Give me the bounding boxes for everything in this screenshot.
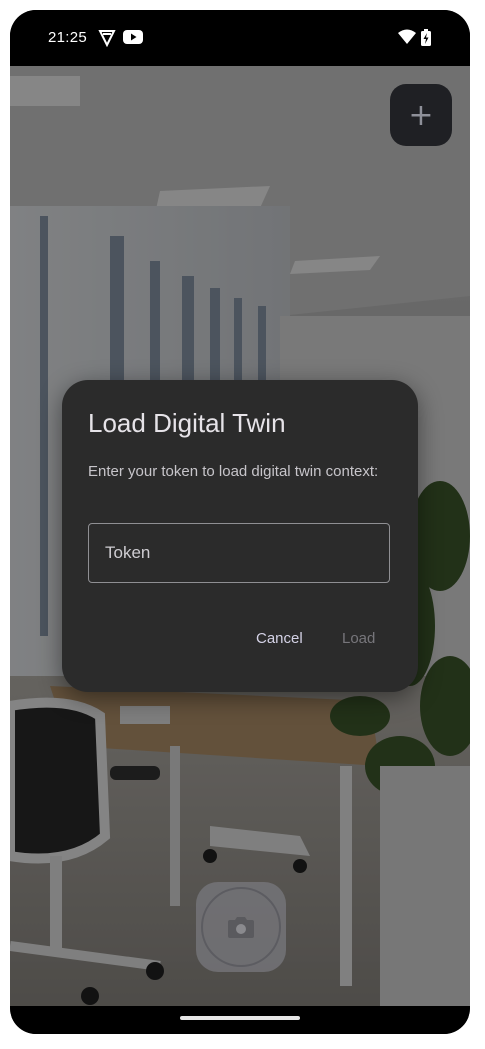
phone-screen: 21:25 + Load Digital Twin Enter your tok…	[10, 10, 470, 1034]
capture-button[interactable]	[196, 882, 286, 972]
plus-icon: +	[408, 97, 434, 133]
dialog-title: Load Digital Twin	[88, 408, 286, 438]
load-digital-twin-dialog: Load Digital Twin Enter your token to lo…	[62, 380, 418, 692]
load-button[interactable]: Load	[342, 630, 375, 647]
dialog-message: Enter your token to load digital twin co…	[88, 463, 379, 480]
token-input[interactable]	[88, 523, 390, 583]
wifi-icon	[398, 29, 416, 50]
capture-ring	[201, 887, 281, 967]
cancel-button[interactable]: Cancel	[256, 630, 303, 647]
battery-charging-icon	[421, 29, 431, 51]
vpn-shield-icon	[98, 29, 116, 52]
navigation-bar	[10, 1006, 470, 1034]
status-bar: 21:25	[10, 10, 470, 66]
gesture-handle[interactable]	[180, 1016, 300, 1020]
youtube-icon	[123, 29, 143, 50]
camera-icon	[228, 917, 254, 938]
add-button[interactable]: +	[390, 84, 452, 146]
status-time: 21:25	[48, 29, 88, 46]
